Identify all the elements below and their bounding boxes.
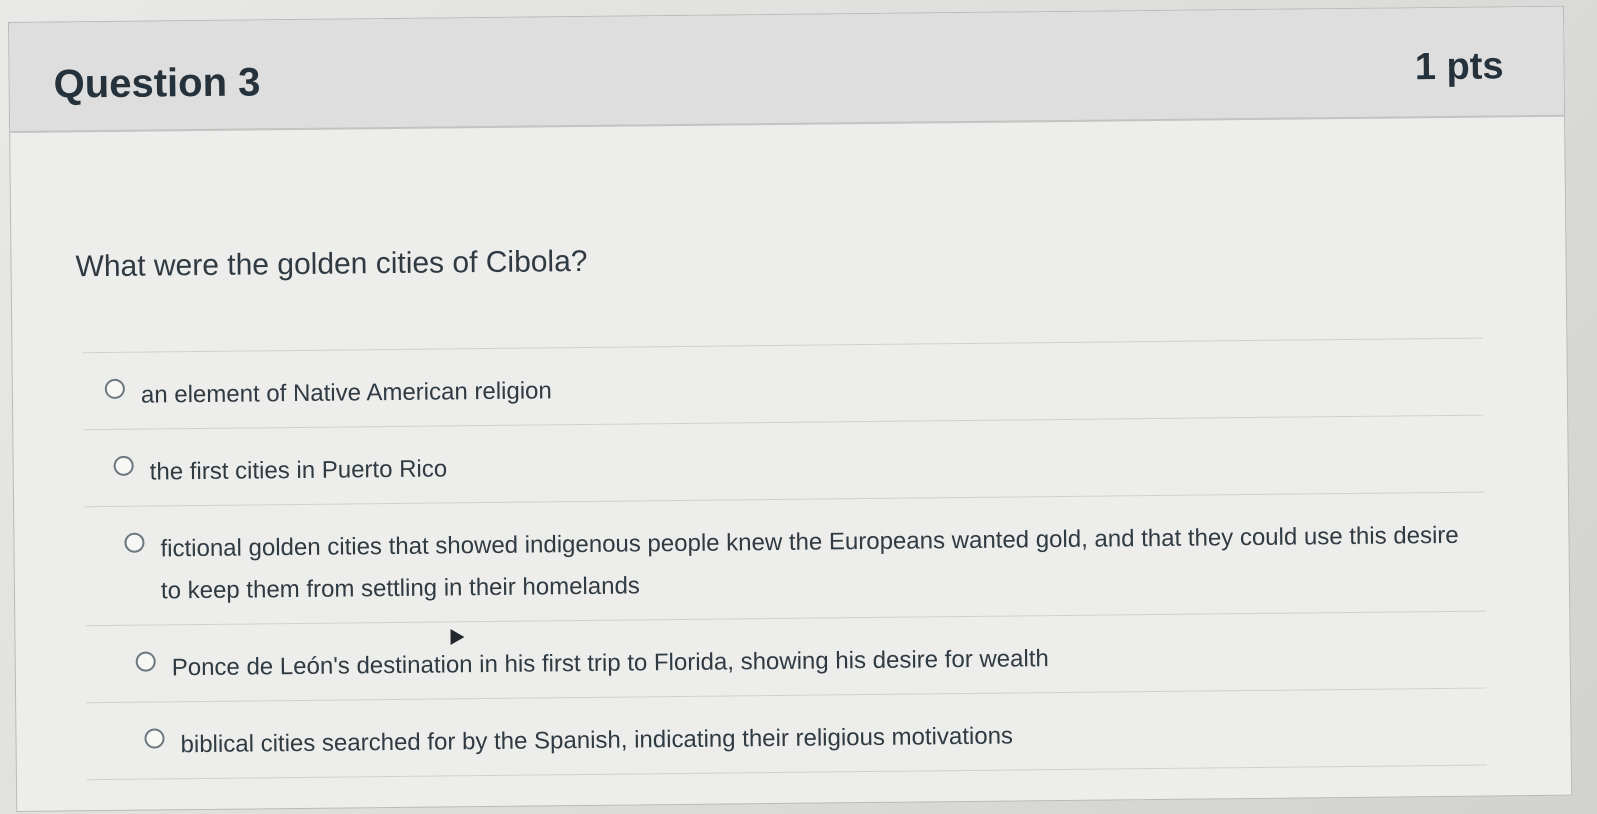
radio-button[interactable] [104, 378, 125, 400]
question-prompt: What were the golden cities of Cibola? [75, 244, 588, 284]
question-header: Question 3 1 pts [9, 6, 1565, 133]
answer-label[interactable]: biblical cities searched for by the Span… [180, 716, 1013, 767]
radio-button[interactable] [113, 455, 134, 476]
answer-option[interactable]: biblical cities searched for by the Span… [86, 687, 1487, 781]
question-title: Question 3 [53, 60, 261, 107]
radio-button[interactable] [124, 532, 145, 553]
answer-option[interactable]: Ponce de León's destination in his first… [85, 610, 1487, 703]
answer-label[interactable]: the first cities in Puerto Rico [150, 448, 448, 493]
answer-option[interactable]: fictional golden cities that showed indi… [84, 491, 1486, 626]
radio-button[interactable] [144, 728, 165, 749]
answer-list: an element of Native American religion t… [82, 337, 1487, 781]
question-card: Question 3 1 pts What were the golden ci… [8, 5, 1573, 812]
answer-label[interactable]: fictional golden cities that showed indi… [160, 515, 1461, 613]
answer-option[interactable]: the first cities in Puerto Rico [83, 414, 1484, 507]
question-points: 1 pts [1414, 45, 1504, 89]
radio-button[interactable] [135, 651, 156, 672]
answer-label[interactable]: Ponce de León's destination in his first… [172, 638, 1049, 689]
answer-option[interactable]: an element of Native American religion [82, 337, 1484, 430]
answer-label[interactable]: an element of Native American religion [141, 370, 552, 416]
